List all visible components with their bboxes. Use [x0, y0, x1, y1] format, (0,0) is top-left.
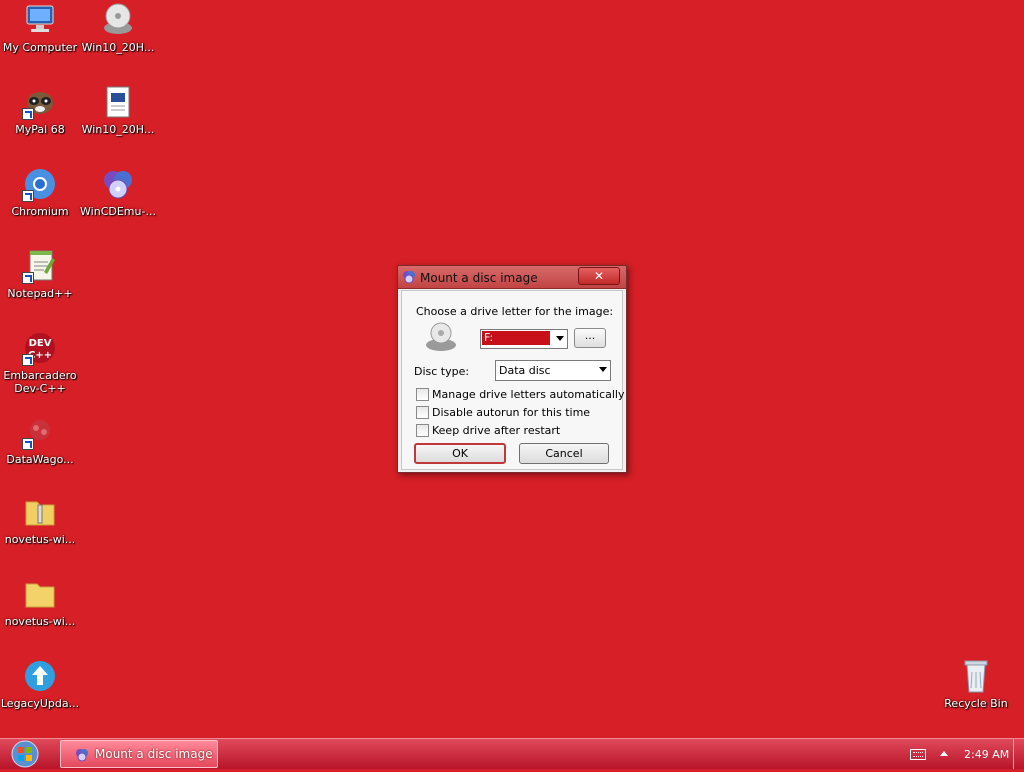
- desktop-icon-devcpp[interactable]: DEV C++ Embarcadero Dev-C++: [0, 330, 80, 395]
- raccoon-icon: [22, 84, 58, 120]
- desktop-icon-win10-doc[interactable]: Win10_20H...: [78, 84, 158, 136]
- svg-text:DEV: DEV: [29, 338, 52, 349]
- desktop-icon-label: Win10_20H...: [81, 41, 155, 54]
- wincdemu-icon: [402, 270, 416, 284]
- taskbar-item-label: Mount a disc image: [95, 747, 213, 761]
- checkbox-label: Keep drive after restart: [432, 424, 561, 437]
- desktop-icon-label: Embarcadero Dev-C++: [3, 369, 77, 395]
- taskbar: Mount a disc image 2:49 AM: [0, 738, 1024, 769]
- desktop-icon-label: MyPal 68: [15, 123, 65, 136]
- computer-icon: [22, 2, 58, 38]
- checkbox-box[interactable]: [416, 388, 429, 401]
- document-icon: [100, 84, 136, 120]
- browse-button[interactable]: ...: [574, 328, 606, 348]
- desktop-icon-recycle-bin[interactable]: Recycle Bin: [936, 658, 1016, 710]
- desktop-icon-label: LegacyUpda...: [0, 697, 80, 710]
- desktop-icon-label: Chromium: [11, 205, 69, 218]
- show-desktop-button[interactable]: [1013, 739, 1024, 769]
- disc-type-select[interactable]: Data disc: [495, 360, 611, 381]
- checkbox-box[interactable]: [416, 424, 429, 437]
- wincdemu-icon: [75, 747, 89, 762]
- windows-logo-icon: [11, 740, 39, 768]
- update-icon: [22, 658, 58, 694]
- dialog-titlebar[interactable]: Mount a disc image ✕: [398, 266, 626, 289]
- show-hidden-icons-icon[interactable]: [940, 751, 948, 756]
- disc-type-value: Data disc: [499, 364, 551, 377]
- desktop-icon-novetus-zip[interactable]: novetus-wi...: [0, 494, 80, 546]
- start-button[interactable]: [6, 740, 44, 768]
- desktop-icon-label: DataWago...: [6, 453, 74, 466]
- desktop-icon-novetus-folder[interactable]: novetus-wi...: [0, 576, 80, 628]
- checkbox-box[interactable]: [416, 406, 429, 419]
- desktop-icon-my-computer[interactable]: My Computer: [0, 2, 80, 54]
- disc-drive-icon: [424, 321, 458, 353]
- shortcut-arrow-icon: [22, 438, 34, 450]
- recycle-bin-icon: [958, 658, 994, 694]
- taskbar-item-mount-disc[interactable]: Mount a disc image: [60, 740, 218, 768]
- shortcut-arrow-icon: [22, 354, 34, 366]
- chevron-down-icon: [556, 336, 564, 341]
- desktop-icon-wincdemu[interactable]: WinCDEmu-...: [78, 166, 158, 218]
- close-button[interactable]: ✕: [578, 267, 620, 285]
- desktop-icon-chromium[interactable]: Chromium: [0, 166, 80, 218]
- desktop-icon-label: Notepad++: [7, 287, 73, 300]
- desktop-icon-notepadpp[interactable]: Notepad++: [0, 248, 80, 300]
- drive-letter-prompt: Choose a drive letter for the image:: [416, 305, 614, 318]
- disc-type-label: Disc type:: [414, 365, 470, 378]
- system-tray: 2:49 AM: [904, 739, 1024, 769]
- datawagon-icon: [22, 414, 58, 450]
- checkbox-label: Manage drive letters automatically: [432, 388, 625, 401]
- desktop-icon-label: WinCDEmu-...: [80, 205, 156, 218]
- disc-drive-icon: [100, 2, 136, 38]
- drive-letter-value: F:: [482, 331, 550, 345]
- desktop-icon-label: novetus-wi...: [4, 533, 76, 546]
- folder-icon: [22, 576, 58, 612]
- shortcut-arrow-icon: [22, 108, 34, 120]
- keyboard-icon[interactable]: [910, 749, 926, 760]
- desktop-icon-label: My Computer: [2, 41, 78, 54]
- dialog-title: Mount a disc image: [420, 271, 538, 285]
- chromium-icon: [22, 166, 58, 202]
- zip-folder-icon: [22, 494, 58, 530]
- clock[interactable]: 2:49 AM: [964, 748, 1009, 761]
- desktop-icon-legacyupdate[interactable]: LegacyUpda...: [0, 658, 80, 710]
- shortcut-arrow-icon: [22, 272, 34, 284]
- devcpp-icon: DEV C++: [22, 330, 58, 366]
- ok-button[interactable]: OK: [414, 443, 506, 464]
- desktop: My Computer MyPal 68 Chromium Notepad++ …: [0, 0, 1024, 738]
- desktop-icon-win10-disc[interactable]: Win10_20H...: [78, 2, 158, 54]
- desktop-icon-datawagon[interactable]: DataWago...: [0, 414, 80, 466]
- checkbox-label: Disable autorun for this time: [432, 406, 591, 419]
- desktop-icon-mypal[interactable]: MyPal 68: [0, 84, 80, 136]
- desktop-icon-label: Win10_20H...: [81, 123, 155, 136]
- drive-letter-select[interactable]: F:: [480, 329, 568, 349]
- shortcut-arrow-icon: [22, 190, 34, 202]
- desktop-icon-label: novetus-wi...: [4, 615, 76, 628]
- desktop-icon-label: Recycle Bin: [944, 697, 1008, 710]
- wincdemu-icon: [100, 166, 136, 202]
- cancel-button[interactable]: Cancel: [519, 443, 609, 464]
- mount-disc-dialog: Mount a disc image ✕ Choose a drive lett…: [397, 265, 627, 473]
- notepadpp-icon: [22, 248, 58, 284]
- chevron-down-icon: [599, 367, 607, 372]
